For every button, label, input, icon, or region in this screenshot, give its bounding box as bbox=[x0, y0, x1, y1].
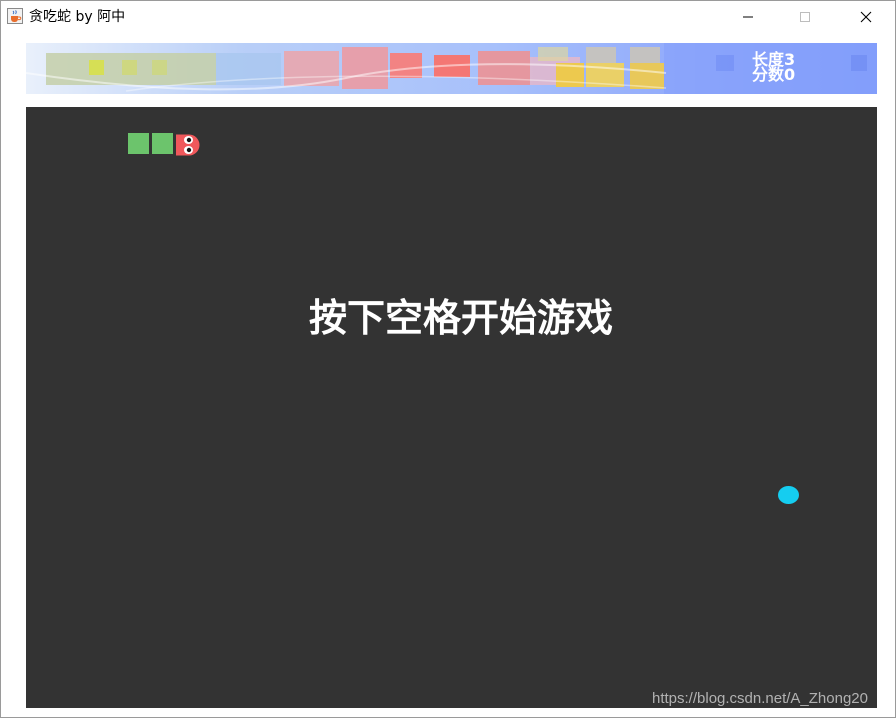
snake-head-icon bbox=[176, 134, 200, 156]
header-banner bbox=[26, 43, 877, 94]
food-circle-icon bbox=[778, 486, 799, 504]
score-counter: 分数0 bbox=[752, 65, 796, 84]
window-title: 贪吃蛇 by 阿中 bbox=[29, 9, 126, 25]
java-cup-icon bbox=[7, 8, 23, 24]
maximize-button[interactable] bbox=[782, 1, 828, 32]
watermark: https://blog.csdn.net/A_Zhong20 bbox=[652, 690, 868, 707]
close-button[interactable] bbox=[843, 1, 889, 32]
game-board[interactable]: 按下空格开始游戏 bbox=[26, 107, 877, 708]
game-window: 贪吃蛇 by 阿中 长度3 分数0 按下空格开始游戏 https://blog.… bbox=[0, 0, 896, 718]
start-prompt: 按下空格开始游戏 bbox=[308, 296, 613, 340]
snake-body-segment bbox=[152, 133, 173, 154]
title-bar[interactable]: 贪吃蛇 by 阿中 bbox=[1, 1, 895, 32]
minimize-button[interactable] bbox=[725, 1, 771, 32]
score-panel: 长度3 分数0 bbox=[752, 52, 796, 84]
maximize-icon bbox=[800, 11, 810, 22]
minimize-icon bbox=[743, 16, 753, 17]
close-icon bbox=[860, 11, 872, 22]
snake-body-segment bbox=[128, 133, 149, 154]
